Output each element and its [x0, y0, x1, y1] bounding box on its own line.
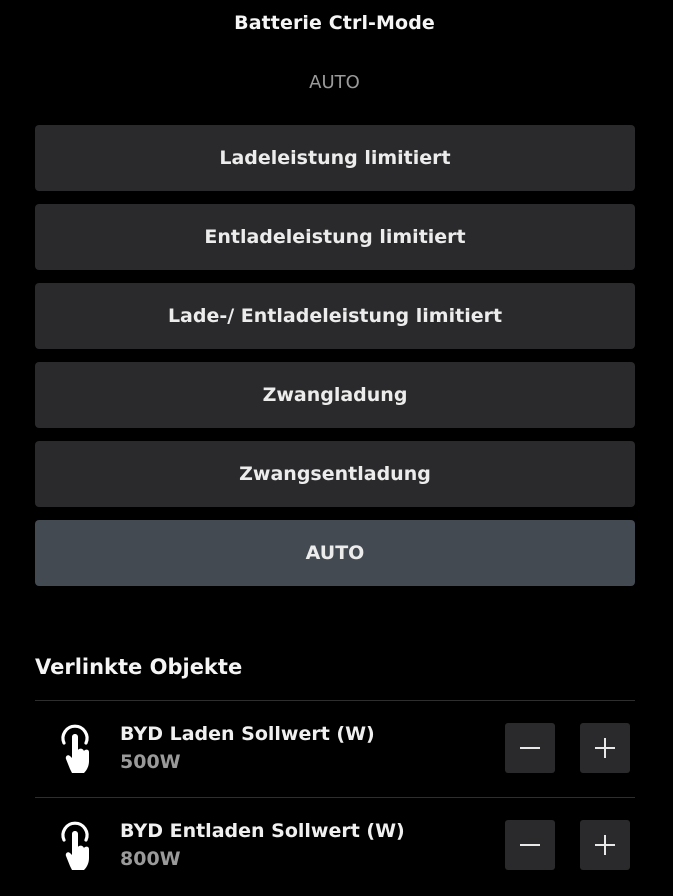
minus-icon: [520, 844, 540, 846]
mode-option-forced-charge[interactable]: Zwangladung: [35, 362, 635, 428]
linked-object-row-charge: BYD Laden Sollwert (W) 500W: [35, 701, 635, 797]
increase-button[interactable]: [580, 820, 630, 870]
decrease-button[interactable]: [505, 820, 555, 870]
linked-object-name: BYD Entladen Sollwert (W): [120, 820, 405, 842]
touch-hand-icon: [55, 818, 95, 872]
current-mode-value: AUTO: [309, 72, 360, 93]
touch-hand-icon: [55, 721, 95, 775]
dialog-title: Batterie Ctrl-Mode: [234, 12, 435, 34]
mode-option-charge-discharge-limited[interactable]: Lade-/ Entladeleistung limitiert: [35, 283, 635, 349]
linked-object-name: BYD Laden Sollwert (W): [120, 723, 375, 745]
mode-option-charge-limited[interactable]: Ladeleistung limitiert: [35, 125, 635, 191]
plus-icon: [595, 738, 615, 758]
mode-option-discharge-limited[interactable]: Entladeleistung limitiert: [35, 204, 635, 270]
plus-icon: [595, 835, 615, 855]
mode-option-list: Ladeleistung limitiert Entladeleistung l…: [35, 125, 635, 599]
increase-button[interactable]: [580, 723, 630, 773]
mode-option-forced-discharge[interactable]: Zwangsentladung: [35, 441, 635, 507]
linked-objects-heading: Verlinkte Objekte: [35, 655, 243, 679]
decrease-button[interactable]: [505, 723, 555, 773]
linked-object-value: 500W: [120, 751, 181, 773]
minus-icon: [520, 747, 540, 749]
mode-option-auto[interactable]: AUTO: [35, 520, 635, 586]
linked-object-row-discharge: BYD Entladen Sollwert (W) 800W: [35, 798, 635, 894]
linked-object-value: 800W: [120, 848, 181, 870]
